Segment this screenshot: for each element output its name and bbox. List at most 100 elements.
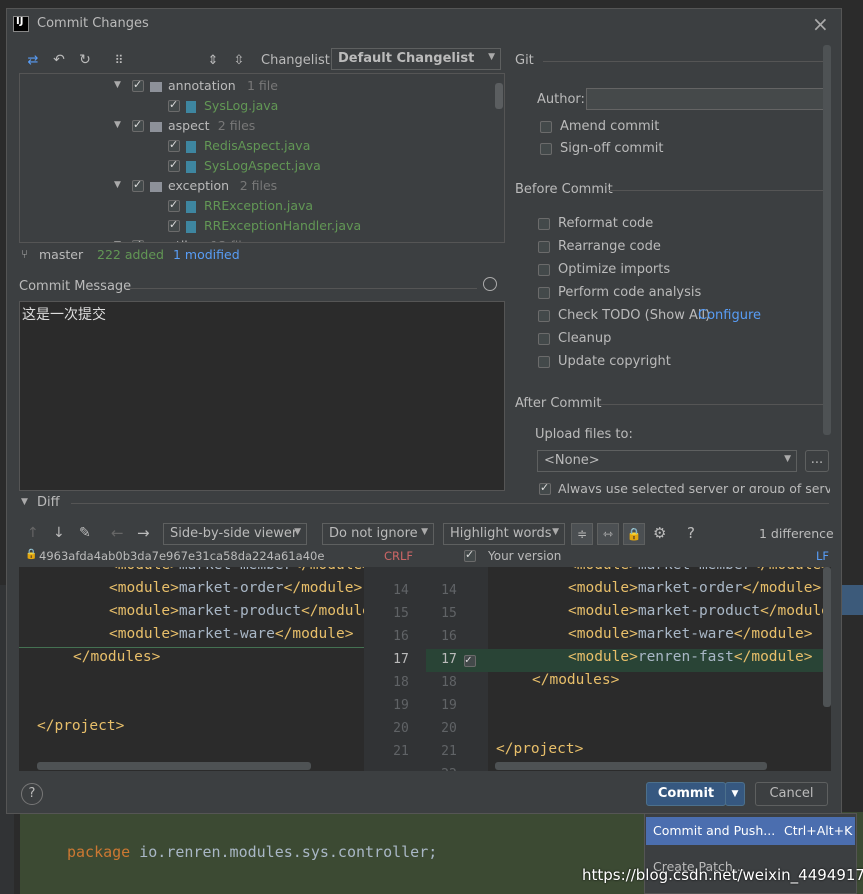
amend-checkbox[interactable]: [540, 121, 552, 133]
tree-folder-row[interactable]: ▼ exception 2 files: [20, 178, 500, 200]
help-icon[interactable]: ?: [687, 524, 695, 542]
expand-arrow-icon[interactable]: ▼: [114, 180, 121, 190]
rollback-icon[interactable]: ↶: [51, 52, 67, 68]
group-by-icon[interactable]: ⠿: [111, 52, 127, 68]
include-all-checkbox[interactable]: [464, 548, 476, 562]
before-commit-checkbox[interactable]: [538, 333, 550, 345]
commit-dialog: IJ Commit Changes × ⇄ ↶ ↻ ⠿ ⇕ ⇳ Changeli…: [6, 8, 842, 814]
tree-item-checkbox[interactable]: [168, 98, 180, 112]
sync-scroll-icon[interactable]: ⇿: [597, 523, 619, 545]
tree-item-checkbox[interactable]: [168, 138, 180, 152]
before-commit-checkbox[interactable]: [538, 287, 550, 299]
commit-options-icon[interactable]: ▼: [725, 782, 745, 806]
left-line-number: 17: [393, 652, 409, 667]
changes-tree[interactable]: ▼ annotation 1 file SysLog.java ▼ aspect 2 fil…: [19, 73, 505, 243]
browse-button[interactable]: ...: [805, 450, 829, 472]
left-hscrollbar[interactable]: [37, 762, 311, 770]
tree-file-row[interactable]: SysLogAspect.java: [20, 158, 500, 180]
help-button[interactable]: ?: [21, 783, 43, 805]
changelist-select[interactable]: Default Changelist ▼: [331, 48, 501, 70]
tree-item-checkbox[interactable]: [168, 158, 180, 172]
menu-item-commit-push[interactable]: Commit and Push... Ctrl+Alt+K: [646, 817, 855, 845]
tree-item-name: SysLog.java: [204, 98, 279, 113]
right-hscrollbar[interactable]: [495, 762, 767, 770]
always-use-checkbox[interactable]: [539, 481, 551, 495]
show-diff-icon[interactable]: ⇄: [25, 52, 41, 68]
expand-all-icon[interactable]: ⇕: [205, 52, 221, 68]
lock-icon[interactable]: 🔒: [623, 523, 645, 545]
left-line-number: 14: [393, 583, 409, 598]
highlight-select[interactable]: Highlight words ▼: [443, 523, 565, 545]
before-commit-option-label: Check TODO (Show All): [558, 308, 711, 323]
folder-icon: [150, 82, 162, 92]
tree-folder-row[interactable]: ▼ utils 13 files: [20, 238, 500, 242]
include-change-checkbox[interactable]: [464, 653, 476, 667]
right-panel-scrollbar[interactable]: [823, 45, 831, 435]
refresh-icon[interactable]: ↻: [77, 52, 93, 68]
edit-icon[interactable]: ✎: [79, 525, 91, 541]
tree-item-name: SysLogAspect.java: [204, 158, 321, 173]
cancel-button[interactable]: Cancel: [755, 782, 828, 806]
tree-scrollbar[interactable]: [495, 83, 503, 109]
tree-item-checkbox[interactable]: [132, 178, 144, 192]
tree-item-checkbox[interactable]: [168, 218, 180, 232]
tree-item-checkbox[interactable]: [132, 238, 144, 242]
collapse-diff-icon[interactable]: ▼: [21, 497, 28, 507]
before-commit-checkbox[interactable]: [538, 310, 550, 322]
right-code-line: <module>market-product</module>: [568, 603, 831, 619]
next-diff-icon[interactable]: ↓: [53, 525, 65, 541]
settings-gear-icon[interactable]: ⚙: [653, 524, 666, 542]
tree-file-row[interactable]: RRException.java: [20, 198, 500, 220]
close-icon[interactable]: ×: [812, 12, 829, 36]
signoff-checkbox[interactable]: [540, 143, 552, 155]
history-icon[interactable]: [483, 277, 497, 291]
right-line-number: 15: [441, 606, 457, 621]
left-code-line: </project>: [37, 718, 125, 734]
tree-file-row[interactable]: SysLog.java: [20, 98, 500, 120]
commit-button[interactable]: Commit: [646, 782, 726, 806]
expand-arrow-icon[interactable]: ▼: [114, 120, 121, 130]
configure-link[interactable]: Configure: [698, 308, 761, 323]
tree-item-checkbox[interactable]: [168, 198, 180, 212]
back-icon[interactable]: ←: [111, 524, 124, 542]
left-diff-editor[interactable]: <module>market-member</module> <module>ma…: [19, 567, 364, 771]
expand-arrow-icon[interactable]: ▼: [114, 240, 121, 242]
folder-icon: [150, 182, 162, 192]
tree-folder-row[interactable]: ▼ annotation 1 file: [20, 78, 500, 100]
changelist-value: Default Changelist: [338, 51, 475, 66]
left-line-number: 21: [393, 744, 409, 759]
left-code-line: <module>market-product</module>: [109, 603, 364, 619]
signoff-label: Sign-off commit: [560, 141, 664, 156]
after-commit-title: After Commit: [515, 396, 602, 411]
forward-icon[interactable]: →: [137, 524, 150, 542]
before-commit-checkbox[interactable]: [538, 241, 550, 253]
before-commit-checkbox[interactable]: [538, 218, 550, 230]
tree-item-checkbox[interactable]: [132, 118, 144, 132]
right-line-number: 18: [441, 675, 457, 690]
expand-arrow-icon[interactable]: ▼: [114, 80, 121, 90]
author-field[interactable]: [586, 88, 826, 110]
chevron-down-icon: ▼: [421, 527, 428, 537]
tree-item-checkbox[interactable]: [132, 78, 144, 92]
tree-file-row[interactable]: RedisAspect.java: [20, 138, 500, 160]
tree-folder-row[interactable]: ▼ aspect 2 files: [20, 118, 500, 140]
lock-icon: 🔒: [25, 549, 38, 560]
right-line-number: 20: [441, 721, 457, 736]
commit-message-label: Commit Message: [19, 279, 132, 294]
code-package-name: io.renren.modules.sys.controller;: [130, 843, 438, 861]
collapse-unchanged-icon[interactable]: ≑: [571, 523, 593, 545]
commit-message-input[interactable]: 这是一次提交: [19, 301, 505, 491]
ignore-select[interactable]: Do not ignore ▼: [322, 523, 434, 545]
collapse-all-icon[interactable]: ⇳: [231, 52, 247, 68]
viewer-select[interactable]: Side-by-side viewer ▼: [163, 523, 307, 545]
upload-select[interactable]: <None> ▼: [537, 450, 797, 472]
prev-diff-icon[interactable]: ↑: [27, 525, 39, 541]
before-commit-checkbox[interactable]: [538, 264, 550, 276]
diff-vscrollbar[interactable]: [823, 567, 831, 707]
tree-file-row[interactable]: RRExceptionHandler.java: [20, 218, 500, 240]
right-diff-editor[interactable]: <module>market-member</module> <module>ma…: [488, 567, 831, 771]
before-commit-checkbox[interactable]: [538, 356, 550, 368]
tree-item-count: 13 files: [211, 238, 256, 242]
java-file-icon: [186, 141, 196, 153]
java-file-icon: [186, 201, 196, 213]
